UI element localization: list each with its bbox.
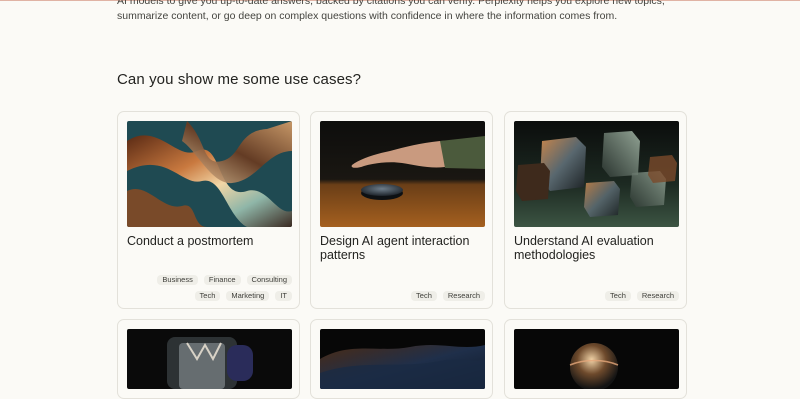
tag-list: Business Finance Consulting Tech Marketi… — [127, 275, 292, 301]
use-case-card-agent-patterns[interactable]: Design AI agent interaction patterns Tec… — [310, 111, 493, 309]
intro-line-2: summarize content, or go deep on complex… — [117, 10, 618, 22]
tag-list: Tech Research — [514, 291, 679, 301]
use-case-card-ai-evaluation[interactable]: Understand AI evaluation methodologies T… — [504, 111, 687, 309]
tag[interactable]: Business — [157, 275, 198, 285]
use-case-card[interactable] — [117, 319, 300, 399]
card-title: Understand AI evaluation methodologies — [514, 234, 654, 262]
tag[interactable]: Tech — [605, 291, 631, 301]
intro-line-1: AI models to give you up-to-date answers… — [117, 0, 665, 7]
use-case-card[interactable] — [310, 319, 493, 399]
card-title: Conduct a postmortem — [127, 234, 254, 248]
tag[interactable]: Finance — [203, 275, 241, 285]
tag[interactable]: Consulting — [246, 275, 292, 285]
glass-cubes-image — [514, 121, 679, 227]
tag[interactable]: Tech — [194, 291, 221, 301]
tag[interactable]: Research — [442, 291, 485, 301]
use-case-card-postmortem[interactable]: Conduct a postmortem Business Finance Co… — [117, 111, 300, 309]
card-title: Design AI agent interaction patterns — [320, 234, 470, 262]
tag[interactable]: Tech — [411, 291, 437, 301]
tag-list: Tech Research — [320, 291, 485, 301]
tag[interactable]: IT — [275, 291, 292, 301]
intro-paragraph: AI models to give you up-to-date answers… — [117, 0, 717, 24]
hand-touching-disc-image — [320, 121, 485, 227]
tag[interactable]: Research — [636, 291, 679, 301]
iridescent-ribbon-image — [127, 121, 292, 227]
use-case-card[interactable] — [504, 319, 687, 399]
section-heading: Can you show me some use cases? — [117, 71, 362, 88]
draped-fabric-image — [320, 329, 485, 389]
tag[interactable]: Marketing — [226, 291, 270, 301]
metal-mechanism-image — [127, 329, 292, 389]
glass-sphere-image — [514, 329, 679, 389]
